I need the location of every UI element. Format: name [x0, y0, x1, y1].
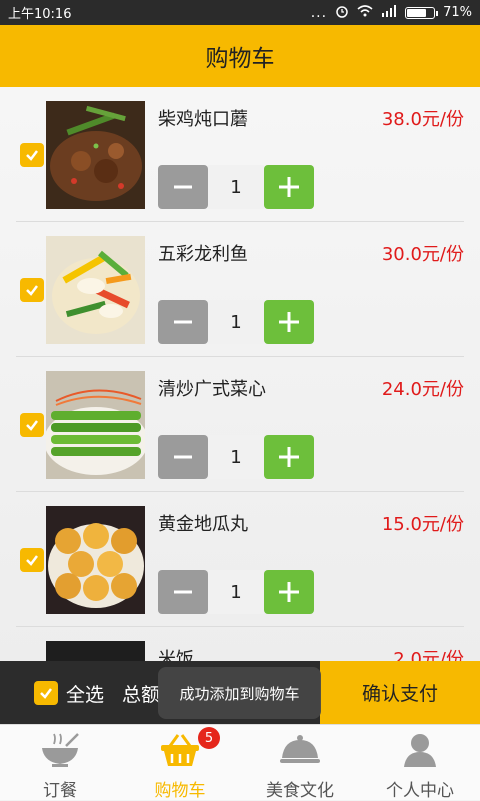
cart-list[interactable]: 柴鸡炖口蘑 38.0元/份 1 五彩龙利鱼 30.0元/份 1 清炒广式菜心 2…	[0, 87, 480, 661]
status-icons: ... 71%	[311, 4, 472, 22]
quantity-value[interactable]: 1	[208, 165, 264, 209]
minus-icon	[174, 185, 192, 189]
item-checkbox[interactable]	[20, 143, 44, 167]
dish-image	[46, 371, 145, 479]
dish-price: 38.0元/份	[381, 109, 464, 130]
confirm-pay-button[interactable]: 确认支付	[320, 661, 480, 724]
minus-button[interactable]	[158, 300, 208, 344]
toast-message: 成功添加到购物车	[158, 667, 321, 719]
plus-icon	[279, 177, 299, 197]
dish-name: 五彩龙利鱼	[158, 244, 248, 265]
status-bar: 上午10:16 ... 71%	[0, 0, 480, 25]
minus-icon	[174, 590, 192, 594]
battery-fill	[407, 8, 426, 17]
page-title: 购物车	[205, 46, 275, 72]
tab-order[interactable]: 订餐	[0, 725, 120, 801]
select-all-checkbox[interactable]	[34, 681, 58, 705]
total-label: 总额	[122, 684, 161, 706]
battery-icon	[405, 6, 439, 19]
dish-image	[46, 506, 145, 614]
tab-cart[interactable]: 购物车 5	[120, 725, 240, 801]
person-icon	[398, 731, 442, 768]
check-icon	[40, 688, 52, 699]
check-icon	[26, 150, 38, 161]
plus-icon	[279, 582, 299, 602]
quantity-value[interactable]: 1	[208, 570, 264, 614]
cart-item: 米饭 2.0元/份	[0, 627, 480, 661]
item-checkbox[interactable]	[20, 413, 44, 437]
tab-label: 订餐	[43, 781, 77, 801]
tab-food-culture[interactable]: 美食文化	[240, 725, 360, 801]
dish-image	[46, 641, 145, 661]
check-icon	[26, 420, 38, 431]
plus-button[interactable]	[264, 570, 314, 614]
tab-label: 美食文化	[266, 781, 334, 801]
tab-label: 个人中心	[386, 781, 454, 801]
dish-name: 米饭	[158, 649, 194, 661]
quantity-stepper: 1	[158, 300, 314, 344]
minus-button[interactable]	[158, 165, 208, 209]
signal-icon	[381, 4, 397, 21]
plus-icon	[279, 312, 299, 332]
title-bar: 购物车	[0, 25, 480, 87]
more-dots-icon: ...	[310, 4, 328, 21]
minus-button[interactable]	[158, 435, 208, 479]
minus-icon	[174, 320, 192, 324]
cart-item: 五彩龙利鱼 30.0元/份 1	[0, 222, 480, 357]
dish-price: 30.0元/份	[381, 244, 464, 265]
item-checkbox[interactable]	[20, 278, 44, 302]
battery-percent: 71%	[443, 5, 472, 20]
dish-price: 15.0元/份	[381, 514, 464, 535]
cart-item: 黄金地瓜丸 15.0元/份 1	[0, 492, 480, 627]
dish-price: 24.0元/份	[381, 379, 464, 400]
dish-name: 黄金地瓜丸	[158, 514, 248, 535]
quantity-value[interactable]: 1	[208, 435, 264, 479]
item-checkbox[interactable]	[20, 548, 44, 572]
check-icon	[26, 285, 38, 296]
cart-item: 清炒广式菜心 24.0元/份 1	[0, 357, 480, 492]
wifi-icon	[357, 4, 373, 21]
status-time: 上午10:16	[8, 7, 72, 22]
select-all-label[interactable]: 全选	[66, 680, 104, 707]
check-icon	[26, 555, 38, 566]
alarm-icon	[335, 4, 349, 22]
tab-profile[interactable]: 个人中心	[360, 725, 480, 801]
minus-icon	[174, 455, 192, 459]
cart-item: 柴鸡炖口蘑 38.0元/份 1	[0, 87, 480, 222]
dish-image	[46, 101, 145, 209]
plus-button[interactable]	[264, 435, 314, 479]
plus-button[interactable]	[264, 300, 314, 344]
dish-image	[46, 236, 145, 344]
quantity-stepper: 1	[158, 435, 314, 479]
dish-name: 清炒广式菜心	[158, 379, 266, 400]
bottom-tab-bar: 订餐 购物车 5 美食文化 个人中心	[0, 724, 480, 801]
plus-icon	[279, 447, 299, 467]
quantity-stepper: 1	[158, 570, 314, 614]
plus-button[interactable]	[264, 165, 314, 209]
cart-count-badge: 5	[198, 727, 220, 749]
tab-label: 购物车	[154, 781, 206, 801]
dish-price: 2.0元/份	[393, 649, 464, 661]
cloche-icon	[278, 731, 322, 768]
quantity-value[interactable]: 1	[208, 300, 264, 344]
quantity-stepper: 1	[158, 165, 314, 209]
dish-name: 柴鸡炖口蘑	[158, 109, 248, 130]
minus-button[interactable]	[158, 570, 208, 614]
basket-icon	[158, 731, 202, 768]
bowl-icon	[38, 731, 82, 768]
